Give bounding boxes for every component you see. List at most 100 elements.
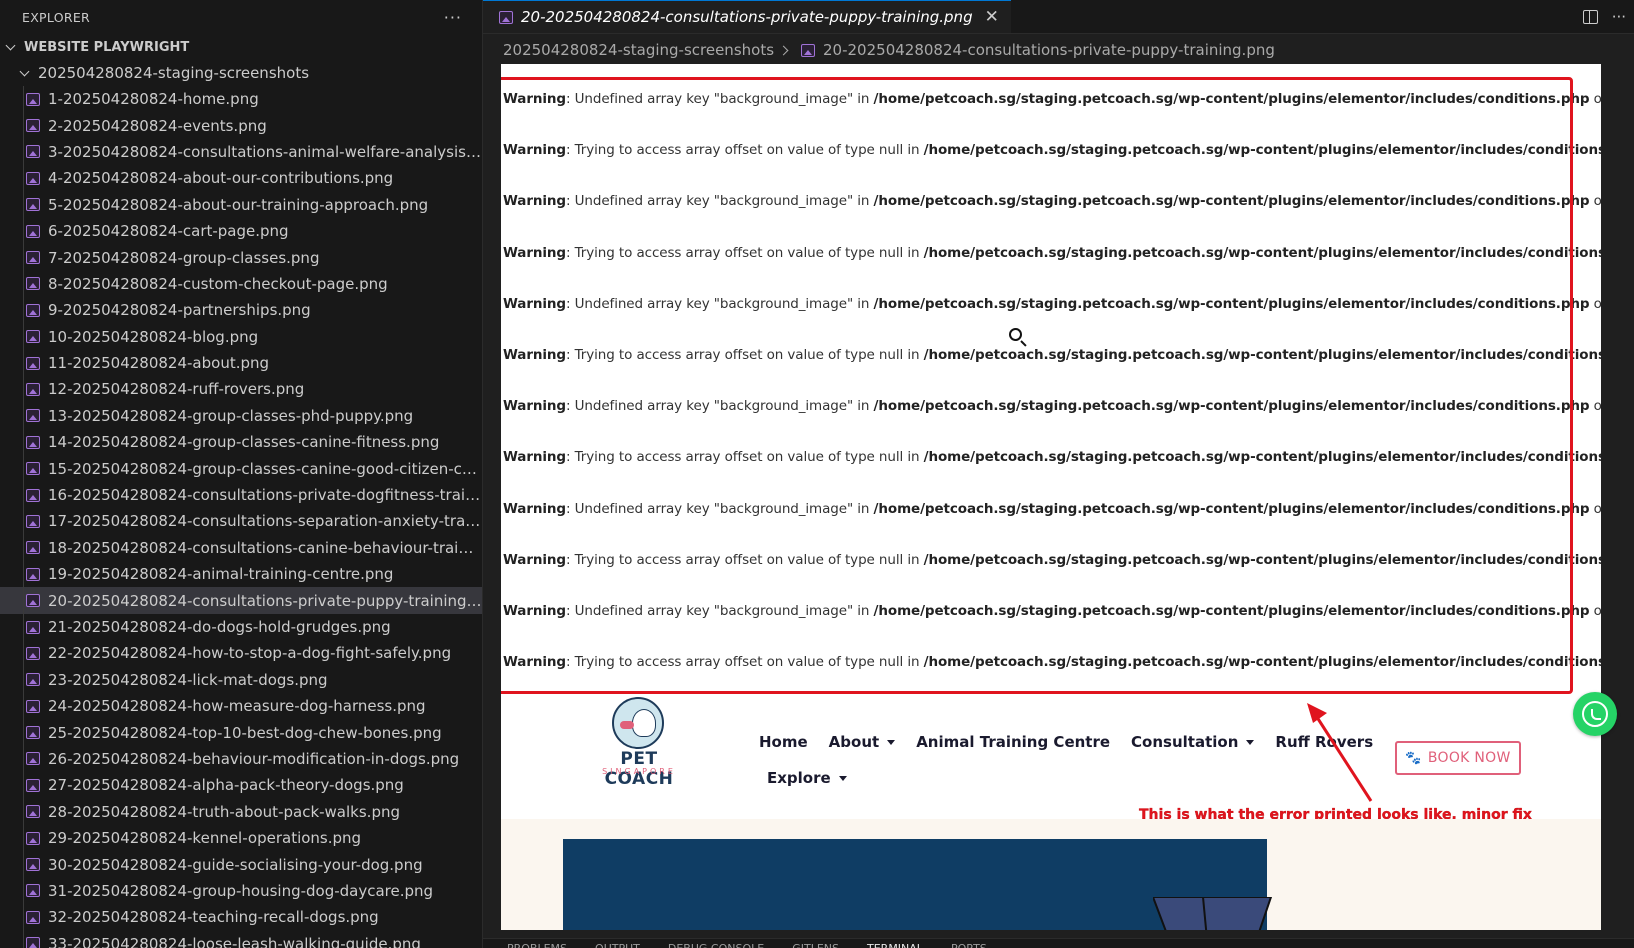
panel-tab[interactable]: OUTPUT [595, 939, 640, 948]
caret-down-icon [887, 739, 896, 745]
file-item[interactable]: 15-202504280824-group-classes-canine-goo… [0, 455, 482, 481]
more-actions-icon[interactable]: ··· [1612, 8, 1626, 26]
file-item[interactable]: 4-202504280824-about-our-contributions.p… [0, 165, 482, 191]
image-preview[interactable]: Warning: Undefined array key "background… [501, 64, 1601, 930]
nav-item[interactable]: About [829, 733, 896, 751]
file-item[interactable]: 10-202504280824-blog.png [0, 324, 482, 350]
warning-online: on line [1593, 193, 1601, 210]
file-name: 33-202504280824-loose-leash-walking-guid… [48, 934, 421, 948]
image-file-icon [26, 910, 40, 924]
file-item[interactable]: 17-202504280824-consultations-separation… [0, 508, 482, 534]
file-item[interactable]: 1-202504280824-home.png [0, 86, 482, 112]
book-now-button[interactable]: 🐾 BOOK NOW [1395, 741, 1521, 775]
image-file-icon [26, 330, 40, 344]
file-item[interactable]: 13-202504280824-group-classes-phd-puppy.… [0, 403, 482, 429]
more-actions-icon[interactable]: ··· [444, 8, 462, 27]
close-icon[interactable]: ✕ [985, 7, 999, 27]
file-item[interactable]: 22-202504280824-how-to-stop-a-dog-fight-… [0, 640, 482, 666]
file-item[interactable]: 16-202504280824-consultations-private-do… [0, 482, 482, 508]
nav-label: Explore [767, 769, 831, 787]
file-item[interactable]: 3-202504280824-consultations-animal-welf… [0, 139, 482, 165]
split-editor-icon[interactable] [1582, 10, 1598, 24]
whatsapp-icon[interactable] [1573, 692, 1617, 736]
image-file-icon [26, 646, 40, 660]
image-file-icon [26, 171, 40, 185]
file-item[interactable]: 6-202504280824-cart-page.png [0, 218, 482, 244]
nav-item[interactable]: Consultation [1131, 733, 1255, 751]
editor-tab-active[interactable]: 20-202504280824-consultations-private-pu… [483, 0, 1011, 33]
file-item[interactable]: 33-202504280824-loose-leash-walking-guid… [0, 931, 482, 948]
image-file-icon [26, 805, 40, 819]
file-item[interactable]: 19-202504280824-animal-training-centre.p… [0, 561, 482, 587]
image-file-icon [26, 435, 40, 449]
panel-tab[interactable]: GITLENS [792, 939, 839, 948]
panel-tab[interactable]: TERMINAL [867, 939, 923, 948]
file-item[interactable]: 14-202504280824-group-classes-canine-fit… [0, 429, 482, 455]
file-item[interactable]: 30-202504280824-guide-socialising-your-d… [0, 851, 482, 877]
file-item[interactable]: 11-202504280824-about.png [0, 350, 482, 376]
editor-tab-bar: 20-202504280824-consultations-private-pu… [483, 0, 1634, 34]
image-file-icon [26, 198, 40, 212]
image-file-icon [499, 10, 513, 24]
breadcrumb: 202504280824-staging-screenshots 20-2025… [483, 34, 1634, 66]
image-file-icon [26, 119, 40, 133]
file-item[interactable]: 31-202504280824-group-housing-dog-daycar… [0, 878, 482, 904]
file-item[interactable]: 26-202504280824-behaviour-modification-i… [0, 746, 482, 772]
panel-tab[interactable]: DEBUG CONSOLE [668, 939, 764, 948]
file-item[interactable]: 8-202504280824-custom-checkout-page.png [0, 271, 482, 297]
folder-item[interactable]: 202504280824-staging-screenshots [0, 60, 482, 86]
file-item[interactable]: 21-202504280824-do-dogs-hold-grudges.png [0, 614, 482, 640]
explorer-header: EXPLORER ··· [0, 0, 482, 34]
file-item[interactable]: 5-202504280824-about-our-training-approa… [0, 192, 482, 218]
panel-tab[interactable]: PROBLEMS [507, 939, 567, 948]
file-name: 10-202504280824-blog.png [48, 327, 259, 346]
file-item[interactable]: 9-202504280824-partnerships.png [0, 297, 482, 323]
file-item[interactable]: 24-202504280824-how-measure-dog-harness.… [0, 693, 482, 719]
book-now-label: BOOK NOW [1427, 750, 1511, 766]
file-item[interactable]: 25-202504280824-top-10-best-dog-chew-bon… [0, 719, 482, 745]
chevron-down-icon [6, 42, 16, 52]
file-item[interactable]: 23-202504280824-lick-mat-dogs.png [0, 667, 482, 693]
workspace-name: WEBSITE PLAYWRIGHT [24, 39, 190, 55]
file-item[interactable]: 20-202504280824-consultations-private-pu… [0, 587, 482, 614]
image-file-icon [801, 43, 816, 57]
file-name: 22-202504280824-how-to-stop-a-dog-fight-… [48, 644, 452, 663]
file-item[interactable]: 12-202504280824-ruff-rovers.png [0, 376, 482, 402]
file-item[interactable]: 28-202504280824-truth-about-pack-walks.p… [0, 799, 482, 825]
image-file-icon [26, 594, 40, 608]
file-name: 16-202504280824-consultations-private-do… [48, 486, 482, 505]
file-name: 2-202504280824-events.png [48, 116, 267, 135]
file-item[interactable]: 7-202504280824-group-classes.png [0, 244, 482, 270]
site-nav: Home About Animal Training Centre Consultat… [759, 733, 1373, 787]
image-file-icon [26, 778, 40, 792]
file-item[interactable]: 2-202504280824-events.png [0, 112, 482, 138]
file-name: 24-202504280824-how-measure-dog-harness.… [48, 697, 426, 716]
file-item[interactable]: 32-202504280824-teaching-recall-dogs.png [0, 904, 482, 930]
breadcrumb-folder[interactable]: 202504280824-staging-screenshots [503, 41, 774, 59]
file-name: 7-202504280824-group-classes.png [48, 248, 320, 267]
nav-label: Consultation [1131, 733, 1239, 751]
image-file-icon [26, 752, 40, 766]
file-name: 3-202504280824-consultations-animal-welf… [48, 142, 482, 161]
pet-coach-logo: PET COACH SINGAPORE [587, 697, 691, 789]
panel-tab[interactable]: PORTS [951, 939, 987, 948]
image-file-icon [26, 488, 40, 502]
chevron-down-icon [20, 68, 30, 78]
image-file-icon [26, 92, 40, 106]
nav-item[interactable]: Animal Training Centre [916, 733, 1110, 751]
file-name: 32-202504280824-teaching-recall-dogs.png [48, 908, 379, 927]
file-name: 15-202504280824-group-classes-canine-goo… [48, 459, 482, 478]
warning-online: on line [1593, 602, 1601, 619]
file-item[interactable]: 29-202504280824-kennel-operations.png [0, 825, 482, 851]
nav-item-explore[interactable]: Explore [767, 769, 847, 787]
file-item[interactable]: 27-202504280824-alpha-pack-theory-dogs.p… [0, 772, 482, 798]
caret-down-icon [1246, 739, 1255, 745]
file-item[interactable]: 18-202504280824-consultations-canine-beh… [0, 535, 482, 561]
image-file-icon [26, 620, 40, 634]
image-file-icon [26, 277, 40, 291]
file-name: 27-202504280824-alpha-pack-theory-dogs.p… [48, 776, 404, 795]
file-name: 11-202504280824-about.png [48, 354, 270, 373]
breadcrumb-file[interactable]: 20-202504280824-consultations-private-pu… [823, 41, 1275, 59]
workspace-section-header[interactable]: WEBSITE PLAYWRIGHT [0, 34, 482, 60]
nav-item[interactable]: Home [759, 733, 808, 751]
